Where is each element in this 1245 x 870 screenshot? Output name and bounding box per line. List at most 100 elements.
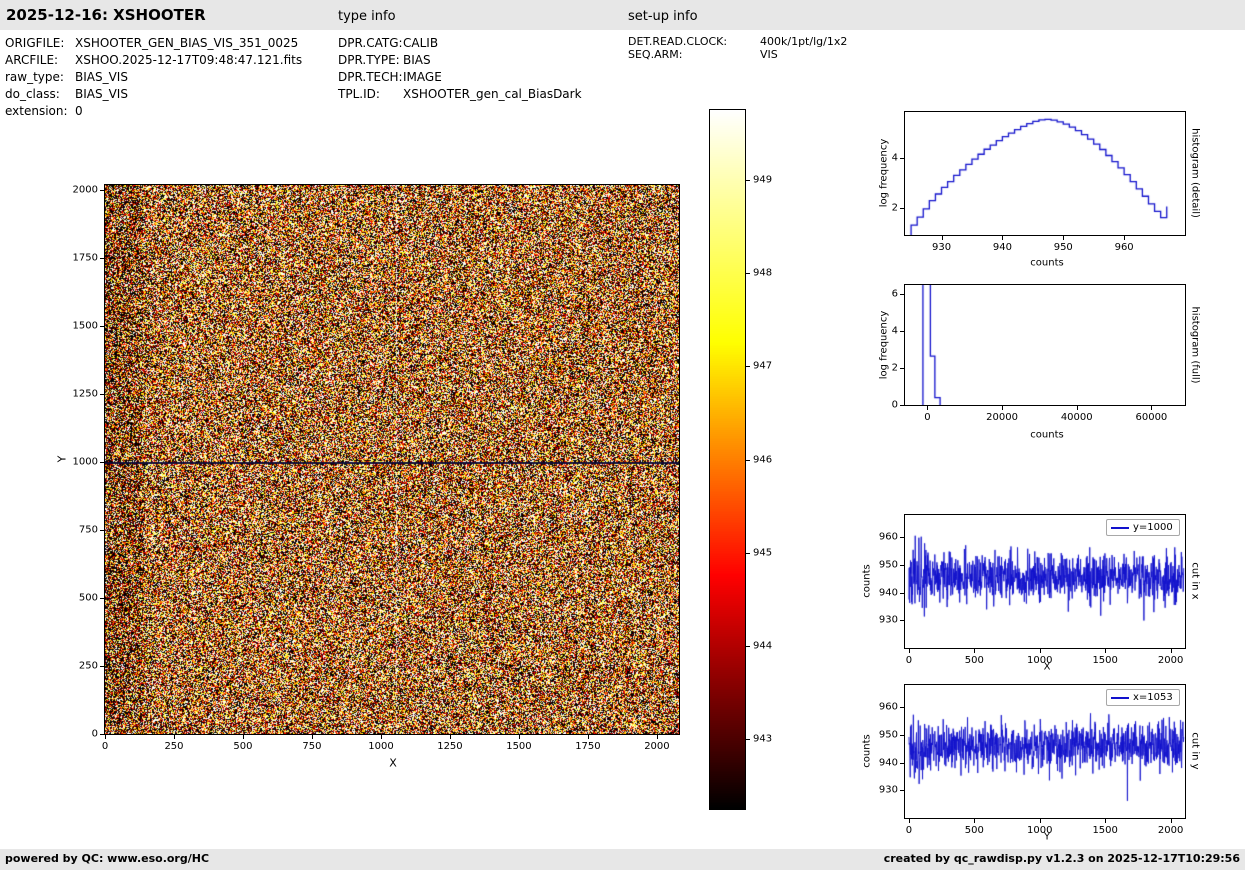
setup-info-block: DET.READ.CLOCK: 400k/1pt/lg/1x2 SEQ.ARM: VI…: [628, 35, 847, 61]
y-tick-mark: [100, 326, 104, 328]
main-x-axis-label: X: [389, 756, 397, 770]
x-tick-label: 950: [1053, 242, 1073, 253]
y-tick-mark: [900, 620, 904, 622]
y-tick-label: 1000: [72, 456, 98, 468]
metadata-row: DPR.TECH: IMAGE: [338, 69, 582, 86]
colorbar-tick-label: 949: [753, 174, 773, 186]
x-tick-label: 1500: [1092, 655, 1118, 666]
x-tick-mark: [1170, 819, 1172, 823]
metadata-row: extension: 0: [5, 103, 302, 120]
y-tick-label: 250: [78, 660, 98, 672]
metadata-row: DPR.TYPE: BIAS: [338, 52, 582, 69]
y-tick-label: 0: [91, 728, 98, 740]
y-tick-mark: [900, 537, 904, 539]
y-tick-label: 4: [891, 325, 898, 337]
raw-image-canvas: [105, 185, 679, 734]
metadata-label: DET.READ.CLOCK:: [628, 35, 728, 48]
x-tick-label: 40000: [1060, 412, 1093, 423]
x-tick-label: 940: [992, 242, 1012, 253]
y-tick-mark: [900, 331, 904, 333]
metadata-value: IMAGE: [403, 70, 442, 84]
legend-cut-y-label: x=1053: [1133, 692, 1173, 703]
metadata-row: DPR.CATG: CALIB: [338, 35, 582, 52]
x-tick-label: 0: [905, 655, 913, 666]
y-tick-mark: [900, 368, 904, 370]
y-tick-mark: [900, 734, 904, 736]
x-tick-mark: [974, 819, 976, 823]
y-tick-label: 1500: [72, 320, 98, 332]
y-tick-label: 500: [78, 592, 98, 604]
cut-in-x-y-label: counts: [861, 564, 873, 598]
histogram-detail-x-label: counts: [1030, 257, 1064, 269]
y-tick-label: 4: [891, 152, 898, 164]
metadata-label: TPL.ID:: [338, 87, 380, 101]
y-tick-label: 1250: [72, 388, 98, 400]
y-tick-label: 950: [878, 729, 898, 741]
metadata-label: raw_type:: [5, 70, 64, 84]
metadata-row: TPL.ID: XSHOOTER_gen_cal_BiasDark: [338, 86, 582, 103]
metadata-label: DPR.TYPE:: [338, 53, 400, 67]
histogram-detail-right-label: histogram (detail): [1189, 128, 1201, 218]
histogram-full-x-label: counts: [1030, 429, 1064, 441]
x-tick-label: 1750: [575, 741, 601, 752]
metadata-row: raw_type: BIAS_VIS: [5, 69, 302, 86]
x-tick-mark: [927, 406, 929, 410]
x-tick-label: 930: [931, 242, 952, 253]
qc-report-page: 2025-12-16: XSHOOTER type info set-up in…: [0, 0, 1245, 870]
metadata-label: do_class:: [5, 87, 60, 101]
footer-qc-link[interactable]: powered by QC: www.eso.org/HC: [5, 852, 209, 865]
histogram-detail-canvas: [905, 112, 1185, 235]
metadata-label: ORIGFILE:: [5, 36, 65, 50]
metadata-label: ARCFILE:: [5, 53, 59, 67]
metadata-row: DET.READ.CLOCK: 400k/1pt/lg/1x2: [628, 35, 847, 48]
cut-in-y-y-label: counts: [861, 734, 873, 768]
legend-line-swatch: [1111, 526, 1129, 529]
legend-cut-x-label: y=1000: [1133, 522, 1173, 533]
type-info-block: DPR.CATG: CALIB DPR.TYPE: BIAS DPR.TECH: IMAG…: [338, 35, 582, 103]
y-tick-label: 2000: [72, 184, 98, 196]
x-tick-label: 0: [924, 412, 931, 423]
x-tick-label: 500: [964, 655, 984, 666]
colorbar-tick-label: 945: [753, 547, 773, 559]
metadata-value: XSHOOTER_gen_cal_BiasDark: [403, 87, 582, 101]
metadata-value: XSHOO.2025-12-17T09:48:47.121.fits: [75, 53, 303, 67]
x-tick-label: 60000: [1135, 412, 1168, 423]
x-tick-mark: [518, 735, 520, 739]
x-tick-label: 2000: [1157, 825, 1184, 836]
metadata-row: ARCFILE: XSHOO.2025-12-17T09:48:47.121.fi…: [5, 52, 302, 69]
y-tick-mark: [100, 530, 104, 532]
y-tick-label: 940: [878, 757, 898, 769]
x-tick-mark: [311, 735, 313, 739]
legend-cut-x: y=1000: [1106, 519, 1180, 536]
colorbar-tick-mark: [746, 739, 750, 741]
y-tick-label: 960: [878, 701, 898, 713]
x-tick-mark: [1105, 819, 1107, 823]
metadata-value: CALIB: [403, 36, 439, 50]
x-tick-mark: [1105, 649, 1107, 653]
colorbar-tick-label: 943: [753, 733, 773, 745]
y-tick-label: 930: [878, 784, 898, 796]
x-tick-label: 250: [164, 741, 184, 752]
x-tick-mark: [1002, 406, 1004, 410]
x-tick-label: 500: [233, 741, 253, 752]
x-tick-mark: [1063, 236, 1065, 240]
x-tick-label: 1500: [506, 741, 532, 752]
x-tick-mark: [974, 649, 976, 653]
metadata-label: SEQ.ARM:: [628, 48, 683, 61]
metadata-label: extension:: [5, 104, 68, 118]
y-tick-label: 0: [891, 399, 898, 411]
footer-bar: powered by QC: www.eso.org/HC created by…: [0, 849, 1245, 870]
colorbar: [709, 109, 746, 810]
x-tick-label: 2000: [1157, 655, 1184, 666]
y-tick-label: 6: [891, 288, 898, 300]
metadata-value: BIAS: [403, 53, 431, 67]
y-tick-mark: [900, 157, 904, 159]
y-tick-label: 2: [891, 202, 898, 214]
y-tick-label: 1750: [72, 252, 98, 264]
colorbar-tick-mark: [746, 459, 750, 461]
x-tick-mark: [1124, 236, 1126, 240]
colorbar-tick-label: 947: [753, 360, 773, 372]
y-tick-mark: [900, 405, 904, 406]
x-tick-mark: [656, 735, 658, 739]
y-tick-label: 750: [78, 524, 98, 536]
